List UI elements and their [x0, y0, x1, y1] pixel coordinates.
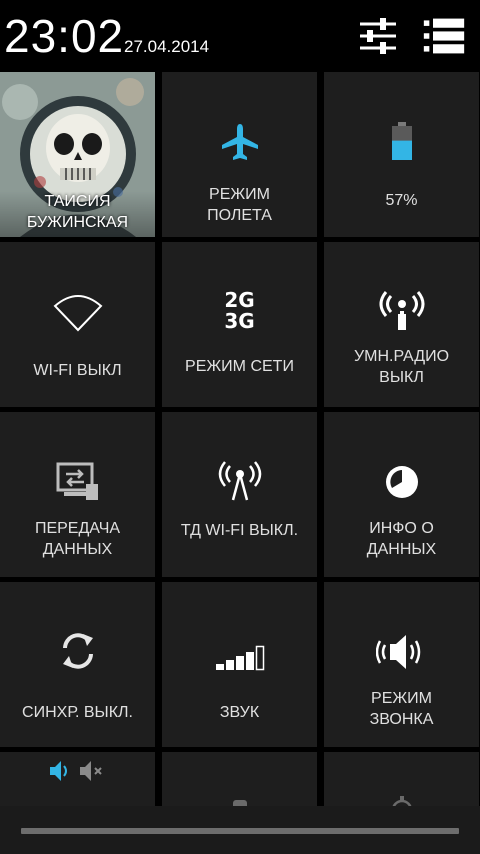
ring-mode-tile[interactable]: РЕЖИМ ЗВОНКА — [324, 582, 479, 747]
battery-tile[interactable]: 57% — [324, 72, 479, 237]
volume-bars-icon — [215, 645, 264, 671]
partial-tile-right[interactable] — [324, 752, 479, 812]
data-info-label-line2: ДАННЫХ — [366, 541, 437, 558]
user-name-line2: БУЖИНСКАЯ — [26, 214, 129, 231]
data-transfer-tile[interactable]: ПЕРЕДАЧА ДАННЫХ — [0, 412, 155, 577]
sound-tile[interactable]: ЗВУК — [162, 582, 317, 747]
sound-label: ЗВУК — [219, 704, 260, 721]
wifi-hotspot-label: ТД WI-FI ВЫКЛ. — [180, 522, 299, 539]
data-transfer-label-line2: ДАННЫХ — [42, 541, 113, 558]
partial-tile-middle[interactable] — [162, 752, 317, 812]
battery-icon — [391, 122, 412, 160]
wifi-label: WI-FI ВЫКЛ — [33, 362, 122, 379]
user-name-line1: ТАИСИЯ — [44, 193, 111, 210]
network-mode-tile[interactable]: 2G 3G РЕЖИМ СЕТИ — [162, 242, 317, 407]
notification-list-icon — [423, 18, 465, 54]
airplane-mode-tile[interactable]: РЕЖИМ ПОЛЕТА — [162, 72, 317, 237]
ring-mode-label-line1: РЕЖИМ — [371, 690, 432, 707]
network-mode-icon-2g: 2G — [224, 288, 255, 312]
status-header: 23:02 27.04.2014 — [0, 0, 480, 70]
smart-radio-label-line1: УМН.РАДИО — [353, 348, 450, 365]
hotspot-icon — [218, 461, 261, 501]
smart-radio-label-line2: ВЫКЛ — [379, 369, 424, 386]
drag-handle[interactable] — [21, 828, 459, 834]
user-name: ТАИСИЯ БУЖИНСКАЯ — [0, 191, 155, 237]
network-mode-label: РЕЖИМ СЕТИ — [185, 358, 294, 375]
clock[interactable]: 23:02 — [4, 10, 124, 62]
drag-handle-bar[interactable] — [0, 806, 480, 854]
sync-icon — [62, 633, 93, 669]
data-info-tile[interactable]: ИНФО О ДАННЫХ — [324, 412, 479, 577]
sync-label: СИНХР. ВЫКЛ. — [22, 704, 133, 721]
ringer-icon — [375, 635, 420, 669]
data-usage-icon — [385, 466, 418, 498]
airplane-icon — [221, 124, 258, 160]
settings-button[interactable] — [356, 14, 400, 58]
sync-tile[interactable]: СИНХР. ВЫКЛ. — [0, 582, 155, 747]
battery-percent: 57% — [385, 192, 418, 209]
network-mode-icon: 2G 3G — [224, 290, 254, 332]
wifi-hotspot-tile[interactable]: ТД WI-FI ВЫКЛ. — [162, 412, 317, 577]
wifi-tile[interactable]: WI-FI ВЫКЛ — [0, 242, 155, 407]
settings-sliders-icon — [360, 18, 396, 54]
date[interactable]: 27.04.2014 — [124, 37, 209, 57]
airplane-mode-label-line2: ПОЛЕТА — [207, 207, 272, 224]
smart-radio-tile[interactable]: УМН.РАДИО ВЫКЛ — [324, 242, 479, 407]
wifi-icon — [53, 295, 102, 332]
airplane-mode-label-line1: РЕЖИМ — [209, 186, 270, 203]
notifications-list-button[interactable] — [422, 14, 466, 58]
volume-toggle-tile-partial[interactable] — [0, 752, 155, 812]
data-transfer-label-line1: ПЕРЕДАЧА — [34, 520, 121, 537]
network-mode-icon-3g: 3G — [224, 309, 255, 333]
speaker-mute-icon — [49, 761, 102, 781]
user-profile-tile[interactable]: ТАИСИЯ БУЖИНСКАЯ — [0, 72, 155, 237]
data-info-label-line1: ИНФО О — [369, 520, 434, 537]
data-transfer-icon — [56, 462, 98, 500]
smart-radio-icon — [379, 291, 424, 330]
ring-mode-label-line2: ЗВОНКА — [369, 711, 434, 728]
